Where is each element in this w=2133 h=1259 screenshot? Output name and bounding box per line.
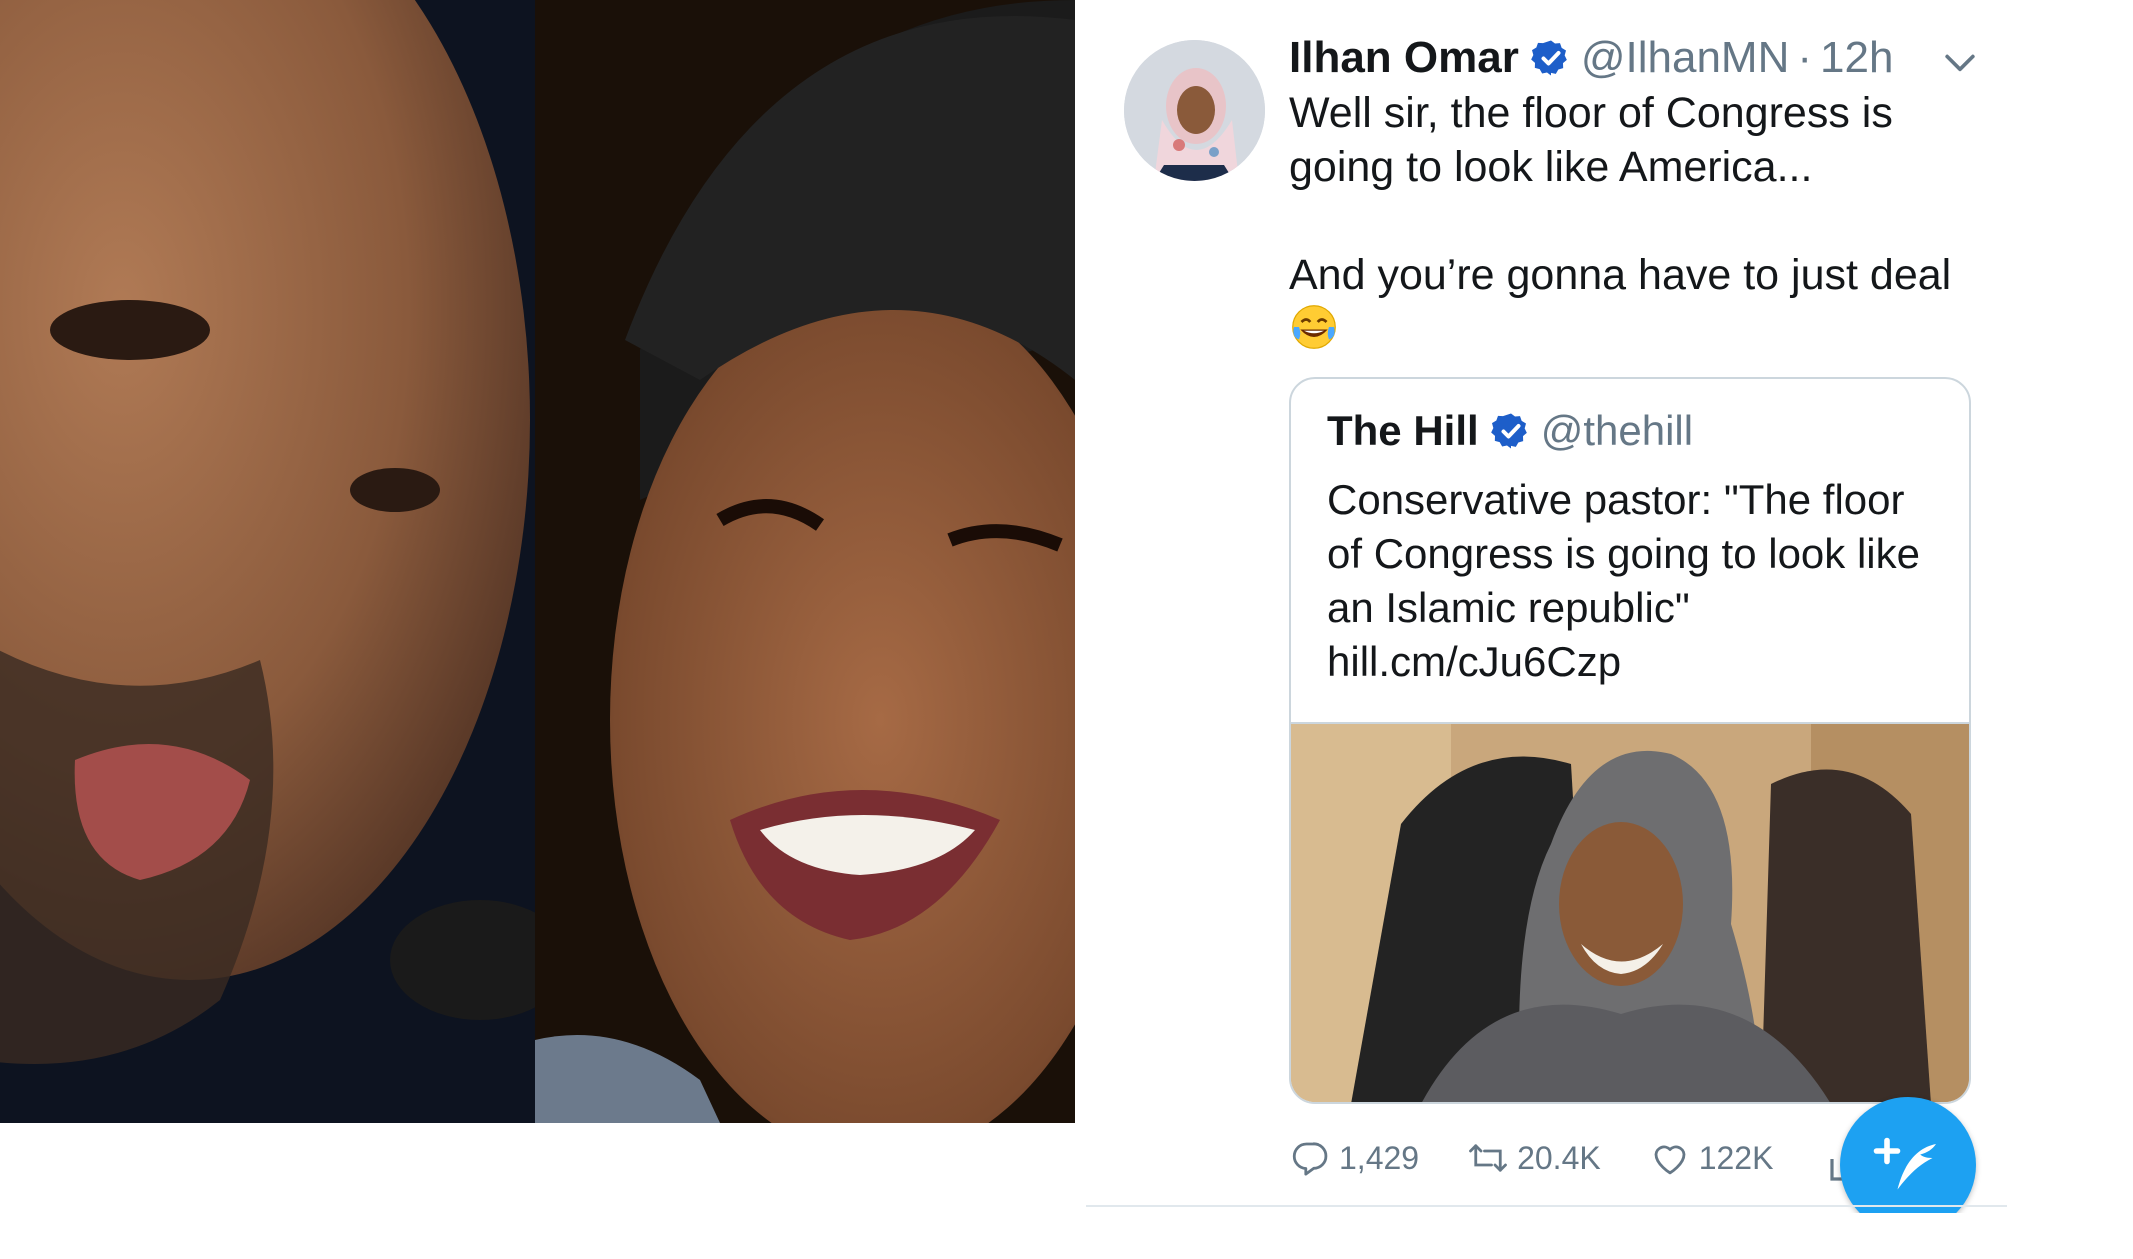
author-name[interactable]: Ilhan Omar bbox=[1289, 33, 1519, 83]
quoted-tweet-text: Conservative pastor: "The floor of Congr… bbox=[1327, 473, 1937, 689]
retweet-icon bbox=[1469, 1144, 1507, 1172]
bottom-mask bbox=[1086, 1213, 2007, 1259]
avatar[interactable] bbox=[1124, 40, 1265, 181]
reply-button[interactable]: 1,429 bbox=[1289, 1137, 1419, 1179]
reply-icon bbox=[1292, 1142, 1328, 1176]
quoted-tweet-header: The Hill @thehill bbox=[1327, 403, 1693, 459]
quoted-tweet-card[interactable]: The Hill @thehill Conservative pastor: "… bbox=[1289, 377, 1971, 1104]
verified-badge-icon bbox=[1531, 40, 1567, 76]
verified-badge-icon bbox=[1490, 413, 1527, 449]
tweet-time[interactable]: 12h bbox=[1820, 33, 1893, 83]
author-handle[interactable]: @IlhanMN bbox=[1581, 33, 1790, 83]
retweet-count: 20.4K bbox=[1517, 1139, 1601, 1176]
photo-collage bbox=[0, 0, 1075, 1123]
tweet-body: Well sir, the floor of Congress is going… bbox=[1289, 86, 1989, 357]
face-with-tears-of-joy-icon bbox=[1292, 305, 1336, 349]
like-count: 122K bbox=[1698, 1139, 1774, 1176]
tweet-text-line2: And you’re gonna have to just deal bbox=[1289, 251, 1952, 299]
avatar-image bbox=[1124, 40, 1265, 181]
quoted-image-photo bbox=[1291, 724, 1969, 1102]
like-icon bbox=[1654, 1145, 1686, 1175]
quoted-headline: Conservative pastor: "The floor of Congr… bbox=[1327, 476, 1920, 631]
collage-image bbox=[0, 0, 1075, 1123]
reply-count: 1,429 bbox=[1339, 1139, 1420, 1176]
tweet-header: Ilhan Omar @IlhanMN · 12h bbox=[1289, 28, 1893, 88]
chevron-down-icon[interactable] bbox=[1938, 40, 1982, 84]
quoted-author-name: The Hill bbox=[1327, 407, 1479, 454]
tweet-divider bbox=[1086, 1205, 2007, 1207]
quoted-link[interactable]: hill.cm/cJu6Czp bbox=[1327, 635, 1937, 689]
quoted-author-handle: @thehill bbox=[1540, 407, 1694, 454]
compose-tweet-icon bbox=[1873, 1137, 1936, 1190]
quoted-tweet-image[interactable] bbox=[1291, 722, 1969, 1102]
tweet[interactable]: Ilhan Omar @IlhanMN · 12h Well sir, the … bbox=[1086, 0, 2006, 1233]
retweet-button[interactable]: 20.4K bbox=[1467, 1137, 1601, 1179]
separator-dot: · bbox=[1797, 33, 1813, 82]
like-button[interactable]: 122K bbox=[1649, 1137, 1774, 1179]
tweet-text-line1: Well sir, the floor of Congress is going… bbox=[1289, 89, 1893, 191]
tweet-actions: 1,429 20.4K 122K bbox=[1289, 1130, 1821, 1186]
